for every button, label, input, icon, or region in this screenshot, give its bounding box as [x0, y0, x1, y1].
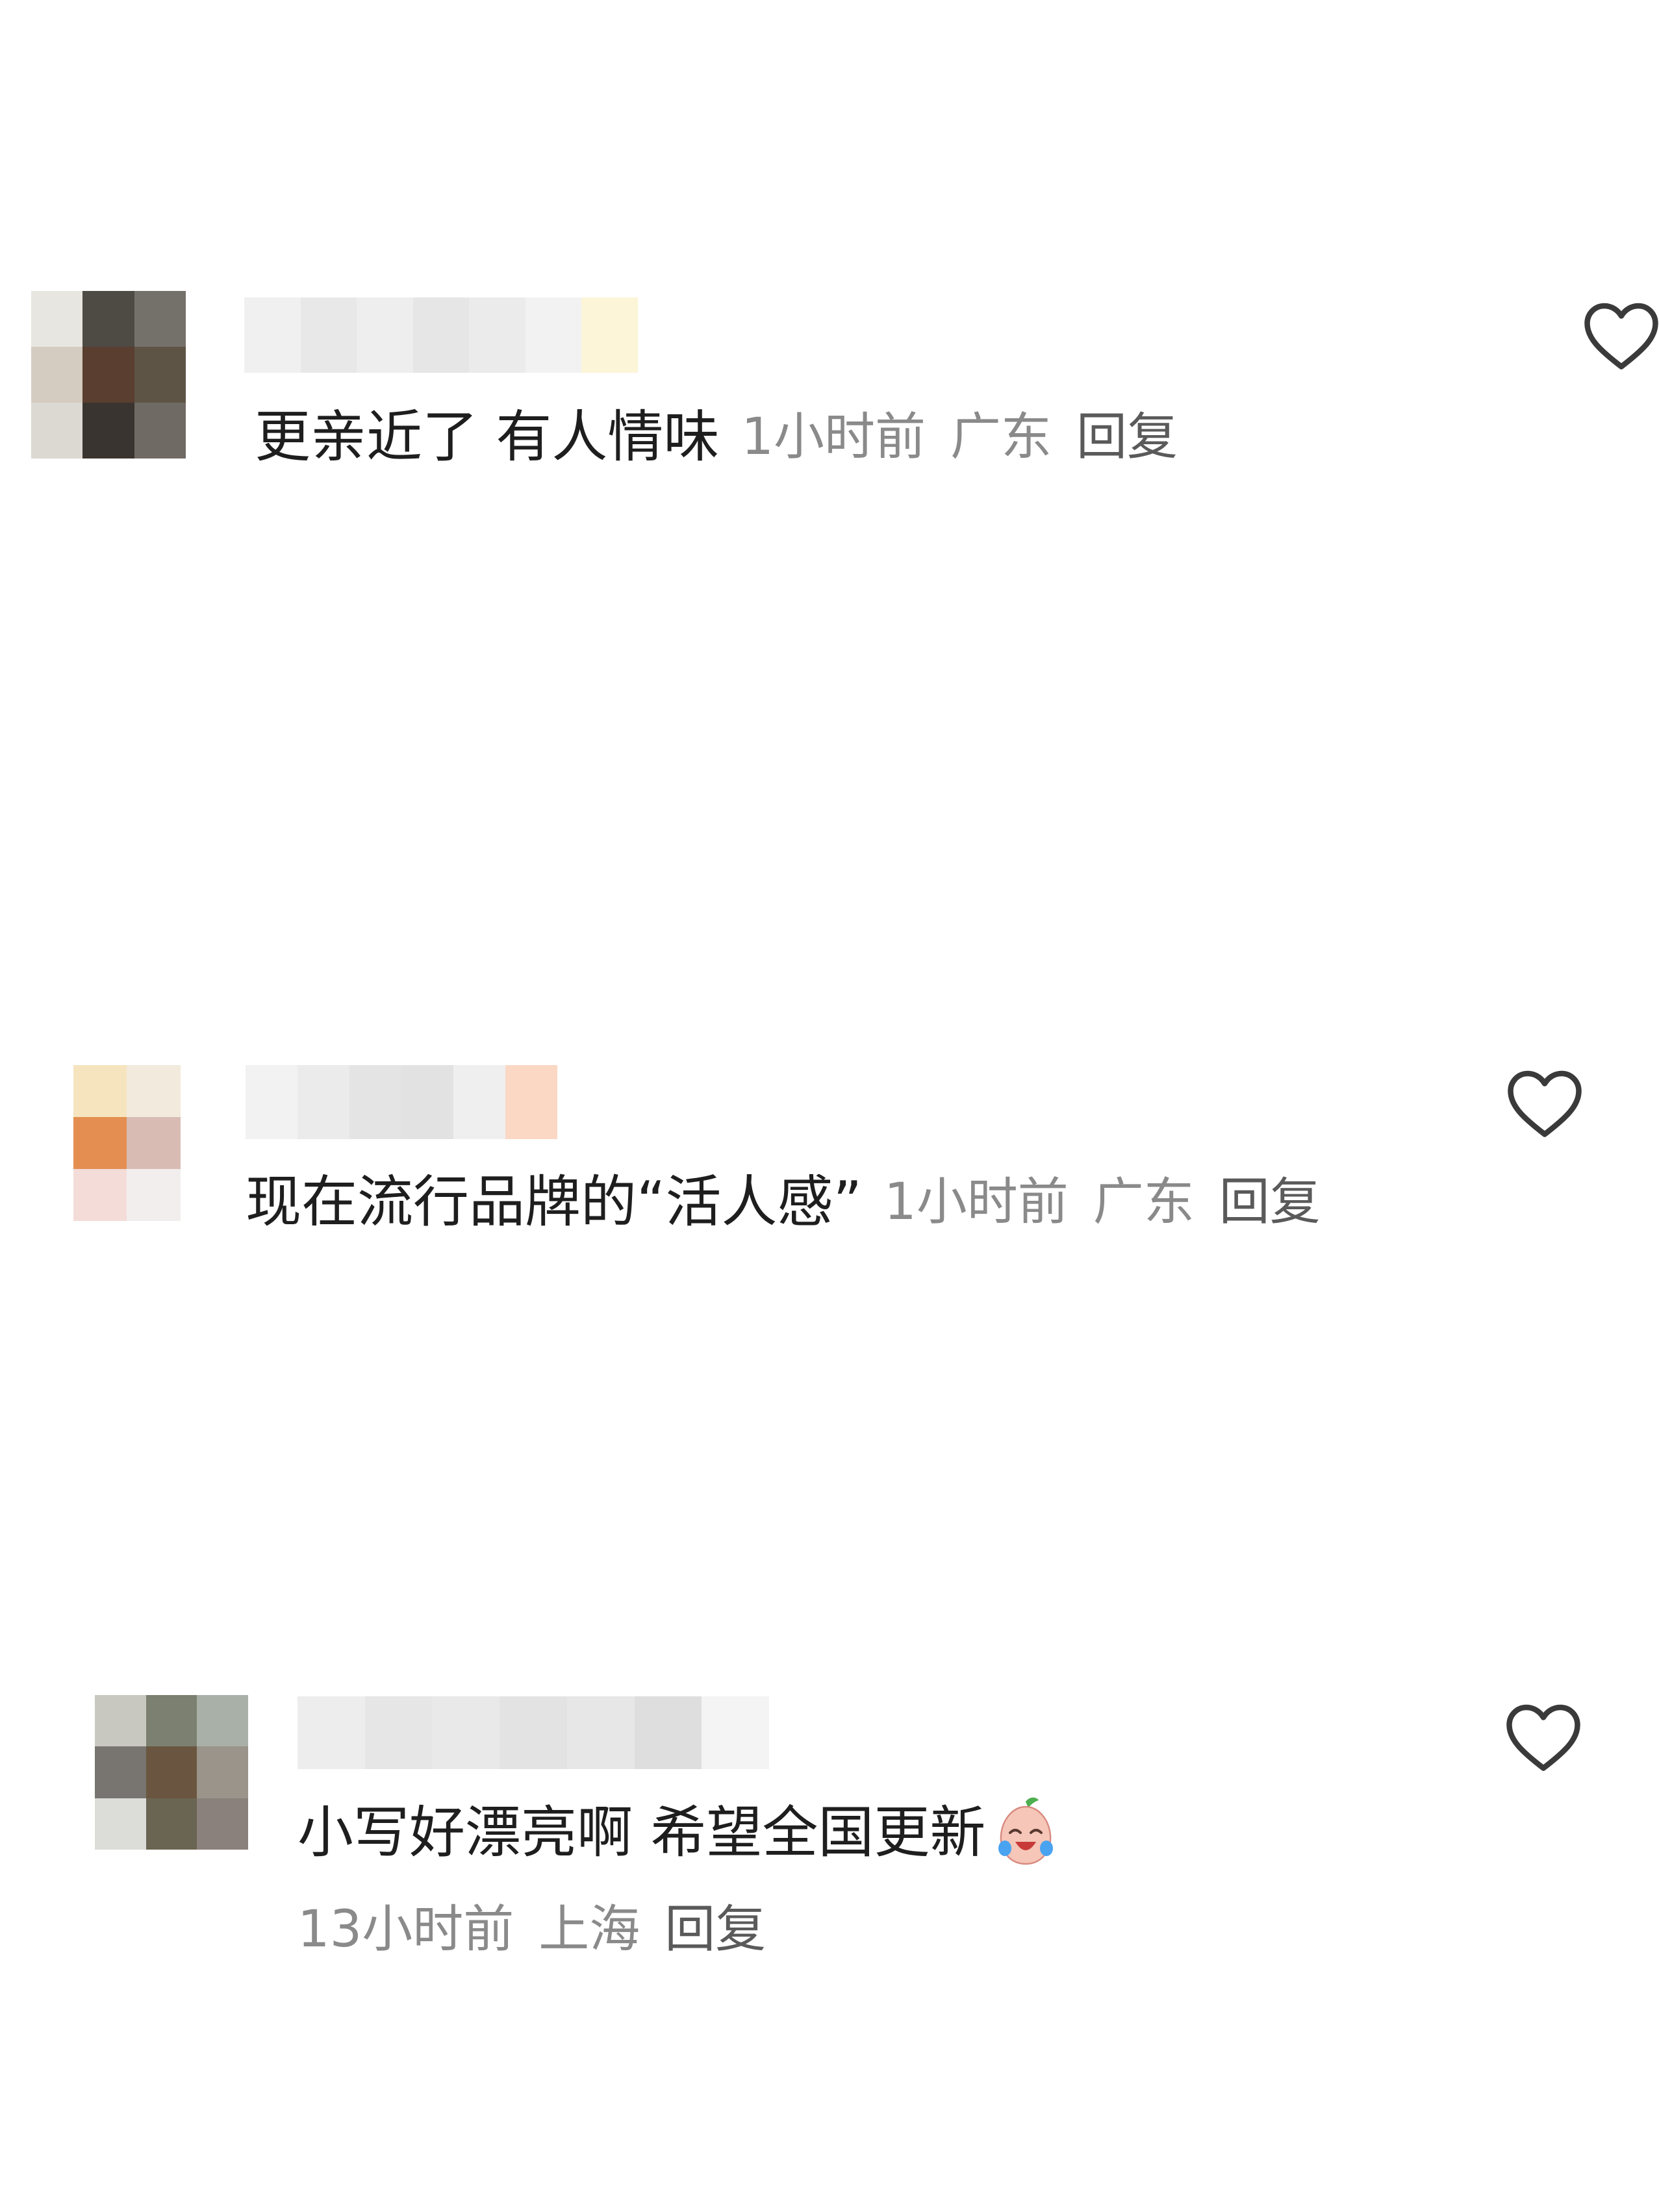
avatar-pixel [82, 403, 134, 459]
crying-laughing-emoji-icon [998, 1797, 1054, 1865]
reply-button[interactable]: 回复 [1219, 1177, 1321, 1227]
comment-line: 现在流行品牌的“活人感” 1小时前 广东 回复 [246, 1174, 1321, 1230]
comment-location: 广东 [1093, 1173, 1195, 1231]
username-blur-block [357, 297, 413, 373]
comment-time: 1小时前 [741, 408, 926, 466]
username-blur-block [246, 1065, 298, 1139]
avatar-pixel [134, 291, 186, 347]
avatar-pixel [95, 1746, 146, 1798]
comment-location: 上海 [538, 1900, 640, 1959]
username-blur-block [349, 1065, 401, 1139]
reply-button[interactable]: 回复 [1076, 412, 1178, 462]
username-blur-block [244, 297, 301, 373]
username-blur-block [298, 1065, 349, 1139]
avatar-pixel [127, 1117, 181, 1169]
avatar-pixel [197, 1746, 248, 1798]
avatar-pixel [82, 291, 134, 347]
comment-location: 广东 [950, 408, 1052, 466]
avatar-pixel [19, 1169, 73, 1221]
avatar-pixel [146, 1746, 197, 1798]
comment-text: 小写好漂亮啊 希望全国更新 [298, 1800, 986, 1865]
avatar[interactable] [31, 291, 186, 459]
username-blur-block [702, 1696, 770, 1769]
comment-line: 小写好漂亮啊 希望全国更新 [298, 1794, 1065, 1872]
avatar-pixel [127, 1065, 181, 1117]
comment-text: 现在流行品牌的“活人感” [246, 1170, 863, 1235]
username-blurred[interactable] [246, 1065, 557, 1139]
avatar-pixel [73, 1117, 127, 1169]
username-blur-block [432, 1696, 500, 1769]
username-blur-block [500, 1696, 567, 1769]
username-blurred[interactable] [298, 1696, 770, 1769]
username-blur-block [581, 297, 639, 373]
heart-outline-icon[interactable] [1504, 1702, 1582, 1773]
username-blur-block [453, 1065, 505, 1139]
avatar-pixel [31, 291, 83, 347]
avatar-pixel [31, 347, 83, 403]
avatar-pixel [95, 1798, 146, 1850]
heart-outline-icon[interactable] [1582, 300, 1659, 371]
avatar-pixel [19, 1065, 73, 1117]
avatar-pixel [73, 1169, 127, 1221]
avatar-pixel [197, 1695, 248, 1747]
username-blur-block [505, 1065, 557, 1139]
comment-text: 更亲近了 有人情味 [255, 405, 720, 470]
username-blur-block [469, 297, 526, 373]
username-blurred[interactable] [244, 297, 639, 373]
avatar-pixel [127, 1169, 181, 1221]
username-blur-block [634, 1696, 702, 1769]
avatar-pixel [73, 1065, 127, 1117]
username-blur-block [300, 297, 357, 373]
heart-outline-icon[interactable] [1506, 1068, 1584, 1139]
avatar-pixel [19, 1117, 73, 1169]
avatar[interactable] [95, 1695, 248, 1850]
username-blur-block [364, 1696, 433, 1769]
username-blur-block [401, 1065, 453, 1139]
avatar-pixel [134, 347, 186, 403]
reply-button[interactable]: 回复 [665, 1904, 766, 1955]
avatar-pixel [95, 1695, 146, 1747]
comment-meta: 13小时前 上海 回复 [298, 1904, 766, 1955]
username-blur-block [525, 297, 582, 373]
comment-time: 1小时前 [884, 1173, 1069, 1231]
avatar-pixel [134, 403, 186, 459]
avatar-pixel [82, 347, 134, 403]
username-blur-block [298, 1696, 365, 1769]
avatar-pixel [146, 1798, 197, 1850]
comment-time: 13小时前 [298, 1900, 514, 1959]
avatar[interactable] [19, 1065, 181, 1221]
username-blur-block [566, 1696, 635, 1769]
comment-line: 更亲近了 有人情味 1小时前 广东 回复 [255, 409, 1178, 465]
username-blur-block [412, 297, 470, 373]
avatar-pixel [146, 1695, 197, 1747]
avatar-pixel [31, 403, 83, 459]
avatar-pixel [197, 1798, 248, 1850]
